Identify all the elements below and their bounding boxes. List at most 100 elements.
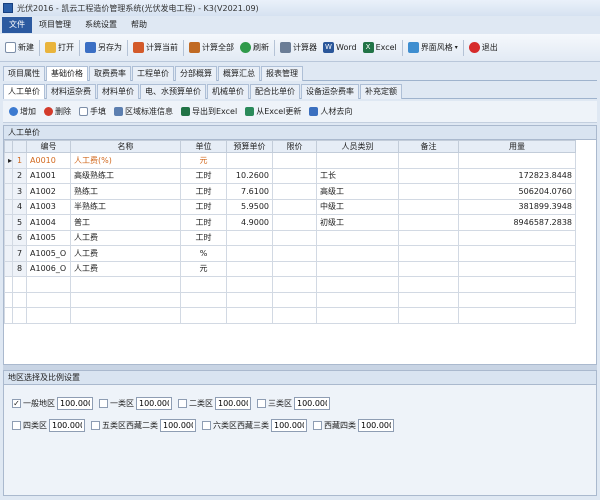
table-row[interactable]: 3 A1002 熟练工 工时 7.6100 高级工 506204.0760 [4,183,576,200]
cell-category[interactable] [316,245,399,262]
word-button[interactable]: W Word [320,38,360,58]
cell-code[interactable]: A1005_O [26,245,71,262]
region-checkbox[interactable] [12,421,21,430]
tab-sub-7[interactable]: 补充定额 [360,84,402,99]
import-excel-button[interactable]: 从Excel更新 [241,103,305,121]
cell-code[interactable]: A1003 [26,198,71,215]
region-checkbox[interactable] [202,421,211,430]
header-quantity[interactable]: 用量 [458,140,576,153]
header-price[interactable]: 预算单价 [226,140,273,153]
cell-limit[interactable] [272,245,317,262]
region-ratio-input[interactable] [358,419,394,432]
manual-fill-checkbox[interactable]: 手填 [75,103,110,121]
table-row[interactable]: 8 A1006_O 人工费元 [4,260,576,277]
table-row[interactable]: 7 A1005_O 人工费% [4,245,576,262]
labor-destination-button[interactable]: 人材去向 [305,103,356,121]
tab-sub-1[interactable]: 材料运杂费 [46,84,96,99]
region-ratio-input[interactable] [136,397,172,410]
table-row[interactable]: 6 A1005 人工费 工时 [4,229,576,246]
cell-price[interactable]: 5.9500 [226,198,273,215]
region-ratio-input[interactable] [49,419,85,432]
cell-name[interactable]: 半熟练工 [70,198,181,215]
cell-category[interactable]: 工长 [316,167,399,184]
cell-code[interactable]: A1004 [26,214,71,231]
cell-limit[interactable] [272,183,317,200]
cell-category[interactable] [316,260,399,277]
calc-current-button[interactable]: 计算当前 [130,38,181,58]
cell-unit[interactable]: 工时 [180,214,227,231]
tab-sub-2[interactable]: 材料单价 [97,84,139,99]
tab-main-4[interactable]: 分部概算 [175,66,217,81]
refresh-button[interactable]: 刷新 [237,38,272,58]
region-ratio-input[interactable] [271,419,307,432]
tab-main-3[interactable]: 工程单价 [132,66,174,81]
excel-button[interactable]: X Excel [360,38,400,58]
tab-sub-3[interactable]: 电、水预算单价 [140,84,206,99]
region-info-button[interactable]: 区域标准信息 [110,103,177,121]
table-row[interactable]: 5 A1004 普工 工时 4.9000 初级工 8946587.2838 [4,214,576,231]
cell-code[interactable]: A1006_O [26,260,71,277]
tab-sub-6[interactable]: 设备运杂费率 [301,84,359,99]
region-ratio-input[interactable] [57,397,93,410]
cell-name[interactable]: 人工费(%) [70,152,181,169]
add-button[interactable]: 增加 [5,103,40,121]
header-code[interactable]: 编号 [26,140,71,153]
cell-quantity[interactable] [458,245,576,262]
cell-quantity[interactable] [458,260,576,277]
region-checkbox[interactable] [257,399,266,408]
cell-unit[interactable]: % [180,245,227,262]
region-checkbox[interactable] [313,421,322,430]
cell-unit[interactable]: 元 [180,152,227,169]
cell-unit[interactable]: 工时 [180,229,227,246]
new-button[interactable]: 新建 [2,38,37,58]
region-checkbox[interactable]: ✓ [12,399,21,408]
cell-quantity[interactable] [458,152,576,169]
cell-name[interactable]: 熟练工 [70,183,181,200]
menu-item-2[interactable]: 系统设置 [78,17,124,33]
cell-limit[interactable] [272,198,317,215]
exit-button[interactable]: 退出 [466,38,501,58]
delete-button[interactable]: 删除 [40,103,75,121]
tab-main-6[interactable]: 报表管理 [261,66,303,81]
cell-limit[interactable] [272,167,317,184]
cell-unit[interactable]: 元 [180,260,227,277]
cell-name[interactable]: 普工 [70,214,181,231]
cell-category[interactable] [316,229,399,246]
cell-quantity[interactable]: 172823.8448 [458,167,576,184]
cell-category[interactable]: 中级工 [316,198,399,215]
cell-code[interactable]: A1001 [26,167,71,184]
cell-limit[interactable] [272,152,317,169]
tab-sub-4[interactable]: 机械单价 [207,84,249,99]
cell-price[interactable]: 4.9000 [226,214,273,231]
header-category[interactable]: 人员类别 [316,140,399,153]
cell-code[interactable]: A0010 [26,152,71,169]
table-row[interactable]: 2 A1001 高级熟练工 工时 10.2600 工长 172823.8448 [4,167,576,184]
cell-name[interactable]: 人工费 [70,229,181,246]
cell-unit[interactable]: 工时 [180,183,227,200]
cell-note[interactable] [398,245,459,262]
menu-item-1[interactable]: 项目管理 [32,17,78,33]
cell-unit[interactable]: 工时 [180,167,227,184]
cell-quantity[interactable]: 506204.0760 [458,183,576,200]
cell-note[interactable] [398,214,459,231]
cell-limit[interactable] [272,229,317,246]
theme-button[interactable]: 界面风格 ▾ [405,38,461,58]
tab-main-5[interactable]: 概算汇总 [218,66,260,81]
cell-note[interactable] [398,260,459,277]
export-excel-button[interactable]: 导出到Excel [177,103,241,121]
region-checkbox[interactable] [99,399,108,408]
cell-price[interactable]: 10.2600 [226,167,273,184]
cell-price[interactable] [226,260,273,277]
table-row[interactable]: ▸ 1 A0010 人工费(%) 元 [4,152,576,169]
cell-category[interactable]: 高级工 [316,183,399,200]
header-note[interactable]: 备注 [398,140,459,153]
cell-quantity[interactable] [458,229,576,246]
cell-limit[interactable] [272,260,317,277]
cell-code[interactable]: A1002 [26,183,71,200]
save-as-button[interactable]: 另存为 [82,38,125,58]
header-name[interactable]: 名称 [70,140,181,153]
cell-note[interactable] [398,198,459,215]
cell-limit[interactable] [272,214,317,231]
calculator-button[interactable]: 计算器 [277,38,320,58]
tab-main-0[interactable]: 项目属性 [3,66,45,81]
